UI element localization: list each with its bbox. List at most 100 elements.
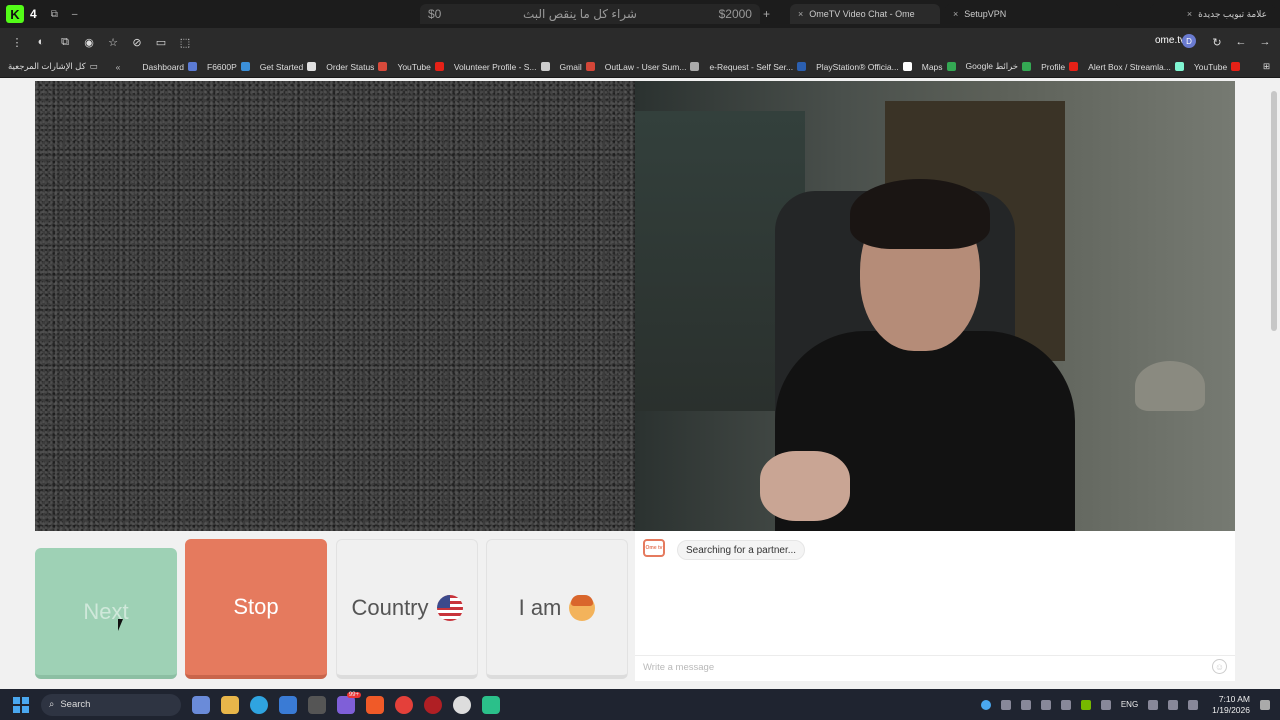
address-bar[interactable]: ome.tv — [1155, 35, 1185, 46]
favicon-icon — [378, 62, 388, 71]
bookmark-label: Volunteer Profile - S... — [453, 61, 537, 72]
close-icon[interactable]: × — [1187, 9, 1192, 19]
tray-icon[interactable] — [1040, 699, 1051, 710]
close-icon[interactable]: × — [798, 9, 803, 19]
obs-icon[interactable] — [453, 695, 471, 714]
bookmark-item[interactable]: PlayStation® Officia... — [816, 61, 912, 72]
bookmark-item[interactable]: Google خرائط — [966, 61, 1032, 72]
favicon-icon — [797, 62, 807, 71]
bookmark-label: YouTube — [397, 61, 431, 72]
taskbar-search[interactable]: ⌕ Search — [41, 693, 181, 716]
extensions-icon[interactable]: ◐ — [34, 35, 48, 49]
favicon-icon — [1174, 62, 1184, 71]
bookmark-star-icon[interactable]: ☆ — [106, 35, 120, 49]
bookmark-label: Profile — [1041, 61, 1066, 72]
chat-panel: Ome tv Searching for a partner... Write … — [635, 531, 1235, 681]
bookmark-item[interactable]: Maps — [922, 61, 956, 72]
chevron-icon[interactable]: « — [116, 62, 121, 72]
apps-grid-icon[interactable]: ⊞ — [1263, 61, 1270, 72]
scroll-thumb[interactable] — [1271, 91, 1277, 331]
emoji-icon[interactable]: ☺ — [1212, 659, 1227, 674]
status-message: Searching for a partner... — [677, 540, 806, 560]
next-button[interactable]: Next — [35, 548, 177, 679]
all-bookmarks[interactable]: كل الإشارات المرجعية ▭ — [8, 61, 98, 72]
screenshot-icon[interactable]: ⧉ — [58, 35, 72, 49]
install-icon[interactable]: ⬚ — [178, 35, 192, 49]
tab-new[interactable]: × علامة تبويب جديدة — [1150, 4, 1275, 24]
bookmark-item[interactable]: YouTube — [1194, 61, 1241, 72]
bookmark-list: Dashboard F6600P Get Started Order Status Yo… — [142, 61, 1250, 72]
bookmark-item[interactable]: F6600P — [207, 61, 250, 72]
bookmark-label: Get Started — [259, 61, 304, 72]
favicon-icon — [540, 62, 550, 71]
tab-new-label: علامة تبويب جديدة — [1198, 8, 1267, 19]
discord-icon[interactable]: 99+ — [337, 691, 361, 714]
recorder-icon[interactable] — [424, 695, 442, 714]
tab-setupvpn[interactable]: × SetupVPN — [945, 4, 1120, 24]
page-scrollbar[interactable] — [1268, 79, 1280, 689]
close-icon[interactable]: × — [953, 9, 958, 19]
bookmark-item[interactable]: Order Status — [326, 61, 388, 72]
tray-app-icon[interactable] — [980, 699, 991, 710]
volume-icon[interactable] — [1168, 699, 1179, 710]
windows-start-icon[interactable] — [13, 696, 29, 713]
profile-avatar[interactable]: D — [1182, 34, 1196, 48]
gender-button[interactable]: I am — [486, 539, 628, 679]
browser-toolbar: ⋮ ◐ ⧉ ◉ ☆ ⊘ ▭ ⬚ ome.tv D ↻ ← → — [0, 28, 1280, 56]
person-hair — [850, 179, 990, 249]
menu-icon[interactable]: ⋮ — [10, 35, 24, 49]
edge-icon[interactable] — [250, 695, 268, 714]
chrome-icon[interactable] — [395, 695, 413, 714]
nvidia-icon[interactable] — [1080, 699, 1091, 710]
tab-ometv-label: OmeTV Video Chat - Ome — [809, 9, 915, 19]
favicon-icon — [1231, 62, 1241, 71]
clock-date: 1/19/2026 — [1212, 704, 1250, 715]
bookmark-item[interactable]: YouTube — [397, 61, 444, 72]
tray-icon[interactable] — [1060, 699, 1071, 710]
stop-button[interactable]: Stop — [185, 539, 327, 679]
country-button[interactable]: Country — [336, 539, 478, 679]
bookmark-item[interactable]: OutLaw - User Sum... — [605, 61, 700, 72]
gender-label: I am — [518, 594, 562, 620]
boy-icon — [569, 594, 596, 621]
new-tab-plus-icon[interactable]: + — [763, 7, 770, 21]
bookmark-item[interactable]: Profile — [1041, 61, 1079, 72]
cast-icon[interactable]: ▭ — [154, 35, 168, 49]
back-icon[interactable]: ← — [1234, 35, 1248, 49]
tab-ometv[interactable]: × OmeTV Video Chat - Ome — [790, 4, 940, 24]
bookmark-label: Order Status — [326, 61, 375, 72]
language-indicator[interactable]: ENG — [1121, 700, 1138, 709]
favicon-icon — [188, 62, 197, 71]
bookmark-item[interactable]: Gmail — [560, 61, 595, 72]
notifications-icon[interactable] — [1260, 699, 1270, 710]
bookmark-item[interactable]: e-Request - Self Ser... — [709, 61, 807, 72]
ad-right-value: $2000 — [718, 7, 752, 21]
minimize-icon[interactable]: – — [72, 9, 78, 20]
tray-icon[interactable] — [1000, 699, 1011, 710]
bookmark-item[interactable]: Volunteer Profile - S... — [454, 61, 550, 72]
clock[interactable]: 7:10 AM 1/19/2026 — [1212, 694, 1250, 716]
mic-icon[interactable] — [1100, 699, 1111, 710]
brave-icon[interactable] — [366, 695, 384, 714]
bookmark-item[interactable]: Get Started — [259, 61, 317, 72]
ad-text: شراء كل ما ينقص البث — [522, 7, 637, 21]
favicon-icon — [585, 62, 595, 71]
widgets-icon[interactable] — [192, 695, 210, 714]
forward-icon[interactable]: → — [1258, 35, 1272, 49]
read-aloud-icon[interactable]: ◉ — [82, 35, 96, 49]
tab-actions-icon[interactable]: ⧉ — [51, 9, 58, 20]
network-icon[interactable] — [1148, 699, 1159, 710]
ometv-logo: Ome tv — [643, 539, 665, 557]
ometv-page: Next Stop Country I am Ome tv Searching … — [0, 79, 1280, 689]
store-icon[interactable] — [279, 695, 297, 714]
settings-icon[interactable] — [308, 695, 326, 714]
reload-icon[interactable]: ↻ — [1210, 35, 1224, 49]
battery-icon[interactable] — [1188, 699, 1199, 710]
streamlabs-icon[interactable] — [482, 695, 500, 714]
bookmark-item[interactable]: Alert Box / Streamla... — [1088, 61, 1184, 72]
tray-icon[interactable] — [1020, 699, 1031, 710]
bookmark-item[interactable]: Dashboard — [142, 61, 197, 72]
message-input[interactable]: Write a message — [635, 655, 1235, 679]
file-explorer-icon[interactable] — [221, 695, 239, 714]
hide-icon[interactable]: ⊘ — [130, 35, 144, 49]
